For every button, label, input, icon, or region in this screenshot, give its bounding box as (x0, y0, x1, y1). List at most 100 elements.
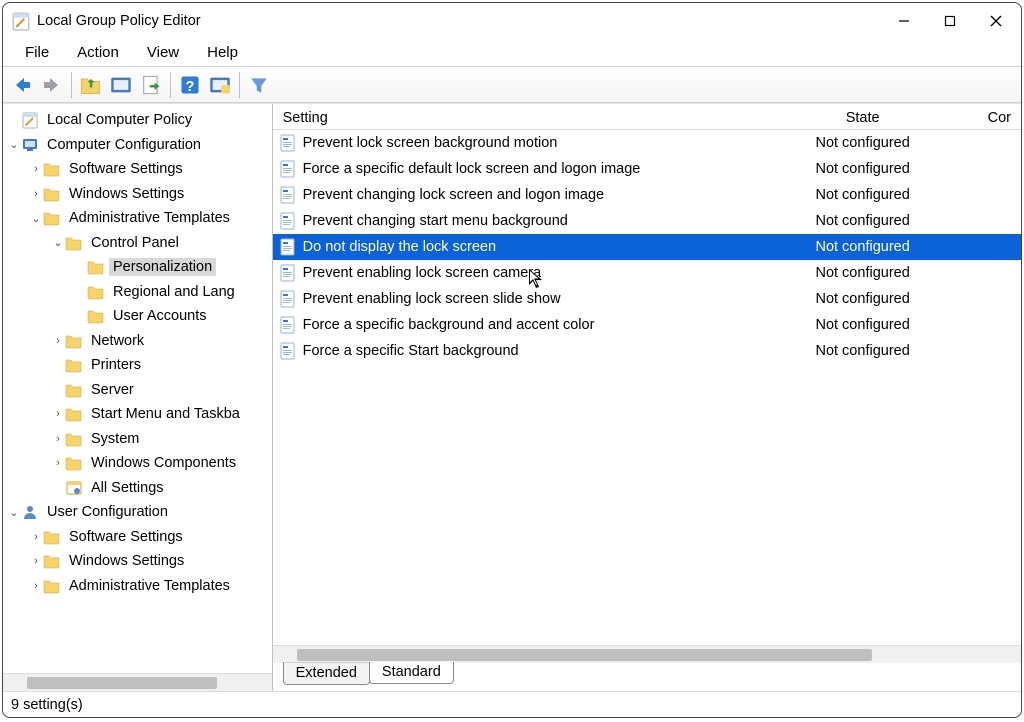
maximize-button[interactable] (927, 7, 973, 36)
tree-horizontal-scrollbar[interactable] (3, 673, 272, 691)
tree-pane: ▸ Local Computer Policy ⌄ Computer Confi… (3, 104, 273, 691)
folder-icon (65, 332, 83, 350)
export-list-button[interactable] (136, 70, 166, 100)
tab-standard[interactable]: Standard (369, 662, 454, 684)
settings-row[interactable]: Do not display the lock screenNot config… (273, 234, 1021, 260)
folder-icon (43, 209, 61, 227)
tree-node-computer-config[interactable]: ⌄ Computer Configuration (3, 133, 272, 158)
chevron-right-icon[interactable]: › (51, 408, 65, 420)
filter-button[interactable] (244, 70, 274, 100)
up-one-level-button[interactable] (76, 70, 106, 100)
policy-tree[interactable]: ▸ Local Computer Policy ⌄ Computer Confi… (3, 104, 272, 673)
chevron-right-icon[interactable]: › (51, 457, 65, 469)
list-horizontal-scrollbar[interactable] (273, 645, 1021, 663)
settings-row[interactable]: Prevent enabling lock screen cameraNot c… (273, 260, 1021, 286)
tree-node-cc-windows-settings[interactable]: › Windows Settings (3, 182, 272, 207)
tree-node-root[interactable]: ▸ Local Computer Policy (3, 108, 272, 133)
tree-node-uc-windows-settings[interactable]: › Windows Settings (3, 549, 272, 574)
column-header-setting[interactable]: Setting (273, 110, 748, 126)
notepad-icon (21, 111, 39, 129)
chevron-down-icon[interactable]: ⌄ (29, 212, 43, 225)
settings-row[interactable]: Force a specific default lock screen and… (273, 156, 1021, 182)
tree-node-all-settings[interactable]: › All Settings (3, 476, 272, 501)
chevron-right-icon[interactable]: › (29, 188, 43, 200)
policy-icon (279, 316, 297, 334)
toolbar-separator (170, 72, 171, 98)
setting-state: Not configured (748, 265, 978, 281)
column-header-state[interactable]: State (748, 110, 978, 126)
setting-name: Force a specific Start background (301, 343, 748, 359)
settings-row[interactable]: Prevent enabling lock screen slide showN… (273, 286, 1021, 312)
settings-row[interactable]: Prevent lock screen background motionNot… (273, 130, 1021, 156)
policy-icon (279, 134, 297, 152)
tree-node-control-panel[interactable]: ⌄ Control Panel (3, 231, 272, 256)
tree-node-user-accounts[interactable]: › User Accounts (3, 304, 272, 329)
folder-icon (65, 430, 83, 448)
tree-node-server[interactable]: › Server (3, 378, 272, 403)
chevron-right-icon[interactable]: › (51, 335, 65, 347)
view-tabs: Extended Standard (273, 663, 1021, 691)
menu-help[interactable]: Help (193, 40, 252, 65)
policy-icon (279, 264, 297, 282)
close-button[interactable] (973, 7, 1019, 36)
tree-node-system[interactable]: › System (3, 427, 272, 452)
show-hide-tree-button[interactable] (106, 70, 136, 100)
settings-row[interactable]: Prevent changing lock screen and logon i… (273, 182, 1021, 208)
list-header: Setting State Cor (273, 104, 1021, 130)
tree-node-cc-admin-templates[interactable]: ⌄ Administrative Templates (3, 206, 272, 231)
settings-row[interactable]: Prevent changing start menu backgroundNo… (273, 208, 1021, 234)
toolbar: ? (3, 67, 1021, 103)
folder-icon (43, 160, 61, 178)
tree-node-cc-software-settings[interactable]: › Software Settings (3, 157, 272, 182)
tree-node-personalization[interactable]: › Personalization (3, 255, 272, 280)
tree-node-uc-software-settings[interactable]: › Software Settings (3, 525, 272, 550)
settings-row[interactable]: Force a specific Start backgroundNot con… (273, 338, 1021, 364)
tree-label: Network (87, 332, 148, 350)
setting-state: Not configured (748, 343, 978, 359)
menu-file[interactable]: File (11, 40, 63, 65)
policy-icon (279, 238, 297, 256)
folder-icon (87, 283, 105, 301)
tree-node-uc-admin-templates[interactable]: › Administrative Templates (3, 574, 272, 599)
tree-node-printers[interactable]: › Printers (3, 353, 272, 378)
properties-button[interactable] (205, 70, 235, 100)
chevron-down-icon[interactable]: ⌄ (7, 138, 21, 151)
tree-label: Administrative Templates (65, 577, 234, 595)
folder-icon (65, 454, 83, 472)
chevron-right-icon[interactable]: › (29, 531, 43, 543)
tab-extended[interactable]: Extended (283, 662, 370, 685)
folder-icon (65, 234, 83, 252)
policy-icon (279, 212, 297, 230)
chevron-right-icon[interactable]: › (29, 555, 43, 567)
tree-node-user-config[interactable]: ⌄ User Configuration (3, 500, 272, 525)
folder-icon (65, 356, 83, 374)
chevron-right-icon[interactable]: › (29, 580, 43, 592)
setting-name: Prevent changing start menu background (301, 213, 748, 229)
menu-view[interactable]: View (133, 40, 193, 65)
tree-node-windows-components[interactable]: › Windows Components (3, 451, 272, 476)
folder-icon (87, 258, 105, 276)
setting-name: Prevent changing lock screen and logon i… (301, 187, 748, 203)
setting-state: Not configured (748, 291, 978, 307)
chevron-down-icon[interactable]: ⌄ (7, 506, 21, 519)
column-header-comment[interactable]: Cor (978, 110, 1021, 126)
back-button[interactable] (7, 70, 37, 100)
tree-label: Local Computer Policy (43, 111, 196, 129)
tree-label: User Accounts (109, 307, 211, 325)
tree-label: User Configuration (43, 503, 172, 521)
menu-bar: File Action View Help (3, 39, 1021, 67)
tree-node-regional[interactable]: › Regional and Lang (3, 280, 272, 305)
tree-node-network[interactable]: › Network (3, 329, 272, 354)
all-settings-icon (65, 479, 83, 497)
chevron-right-icon[interactable]: › (29, 163, 43, 175)
help-button[interactable]: ? (175, 70, 205, 100)
chevron-right-icon[interactable]: › (51, 433, 65, 445)
tree-node-start-menu[interactable]: › Start Menu and Taskba (3, 402, 272, 427)
tree-label: Software Settings (65, 160, 187, 178)
settings-row[interactable]: Force a specific background and accent c… (273, 312, 1021, 338)
menu-action[interactable]: Action (63, 40, 133, 65)
forward-button[interactable] (37, 70, 67, 100)
chevron-down-icon[interactable]: ⌄ (51, 236, 65, 249)
settings-list[interactable]: Prevent lock screen background motionNot… (273, 130, 1021, 645)
minimize-button[interactable] (881, 7, 927, 36)
